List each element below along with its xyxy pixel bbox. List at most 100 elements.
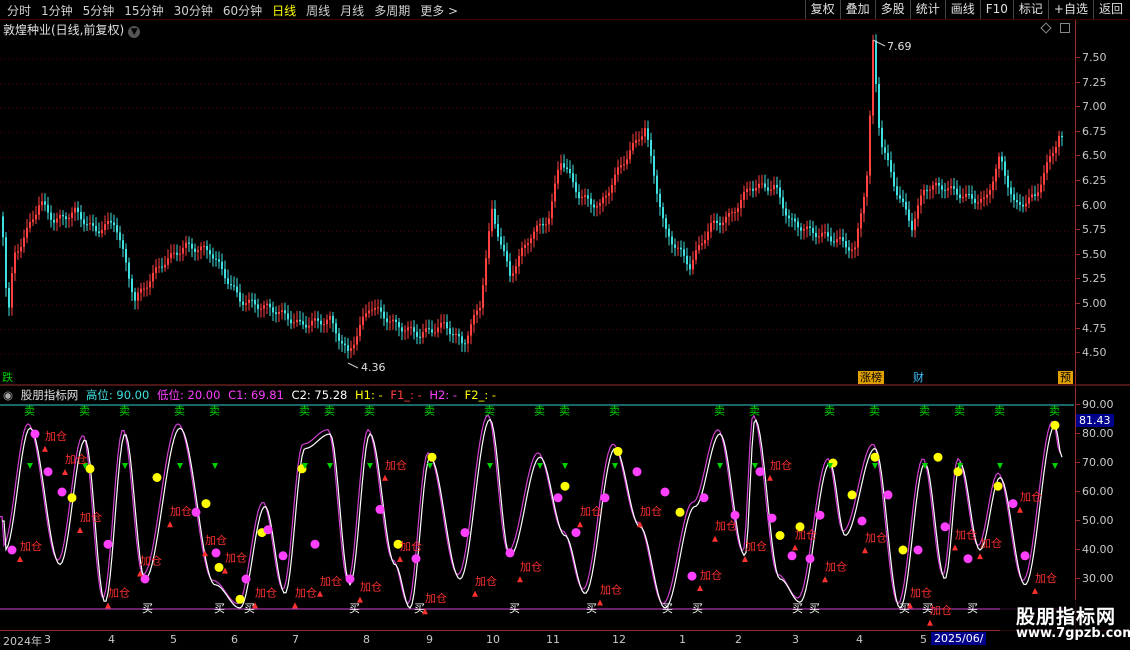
candle-body [317, 318, 319, 321]
candle-body [740, 199, 742, 209]
candle-body [359, 325, 361, 337]
candle-body [986, 194, 988, 198]
price-axis: 7.50 7.25 7.00 6.75 6.50 6.25 6.00 5.75 5.50 5.25… [1075, 20, 1130, 385]
candle-body [338, 333, 340, 341]
add-position-label: 加仓 [140, 554, 162, 568]
buy-arrow [17, 556, 23, 562]
price-tick: 6.00 [1076, 198, 1107, 212]
candle-body [92, 223, 94, 226]
candle-body [824, 232, 826, 234]
candle-body [785, 208, 787, 216]
sell-arrow [367, 463, 373, 469]
sell-arrow [27, 463, 33, 469]
indicator-tick: 80.00 [1076, 427, 1114, 440]
candle-body [836, 239, 838, 243]
candle-body [1034, 194, 1036, 196]
candle-body [842, 237, 844, 242]
candle-body [341, 340, 343, 344]
candle-body [41, 201, 43, 206]
candle-body [212, 254, 214, 259]
chart-canvas[interactable]: 7.694.36卖卖卖卖卖卖卖卖卖卖卖卖卖卖卖卖卖卖卖卖卖买买买买买买买买买买买… [0, 0, 1130, 650]
sell-arrow [327, 463, 333, 469]
buy-label: 买 [662, 602, 673, 615]
candle-body [428, 328, 430, 330]
candle-body [695, 250, 697, 260]
hot-list-badge[interactable]: 涨榜 [858, 371, 884, 384]
date-label: 3 [792, 633, 799, 646]
buy-arrow [317, 590, 323, 597]
signal-dot [898, 545, 908, 555]
candle-body [980, 198, 982, 203]
candle-body [857, 228, 859, 248]
finance-badge[interactable]: 财 [911, 371, 926, 384]
candle-body [506, 251, 508, 262]
candle-body [281, 310, 283, 312]
candle-body [887, 152, 889, 161]
candle-body [425, 328, 427, 333]
add-position-label: 加仓 [1020, 490, 1042, 504]
candle-body [902, 198, 904, 202]
indicator-name[interactable]: 股朋指标网 [21, 388, 79, 402]
candle-body [353, 344, 355, 349]
candle-body [701, 243, 703, 246]
buy-arrow [952, 544, 958, 551]
candle-body [2, 216, 4, 238]
signal-dot [67, 493, 77, 503]
candle-body [698, 245, 700, 251]
candle-body [548, 218, 550, 225]
candle-body [932, 185, 934, 190]
indicator-settings-icon[interactable]: ◉ [3, 388, 13, 402]
candle-body [254, 299, 256, 305]
candle-body [929, 189, 931, 191]
candle-body [386, 318, 388, 323]
candle-body [590, 198, 592, 205]
candle-body [854, 247, 856, 250]
price-tick: 6.25 [1076, 174, 1107, 187]
candle-body [194, 248, 196, 252]
candle-body [491, 208, 493, 232]
candle-body [137, 292, 139, 301]
watermark-url: www.7gpzb.com [1016, 626, 1130, 641]
add-position-label: 加仓 [20, 539, 42, 553]
candle-body [59, 214, 61, 219]
candle-body [449, 328, 451, 335]
buy-label: 买 [244, 602, 255, 615]
add-position-label: 加仓 [425, 591, 447, 605]
candle-body [347, 345, 349, 351]
signal-dot [600, 493, 610, 503]
signal-dot [805, 554, 815, 564]
candle-body [899, 195, 901, 199]
candle-body [122, 240, 124, 249]
indicator-tick: 70.00 [1076, 456, 1114, 469]
candle-body [965, 194, 967, 198]
forecast-badge[interactable]: 预 [1058, 371, 1073, 384]
price-tick: 7.50 [1076, 51, 1107, 64]
candle-body [203, 245, 205, 247]
signal-dot [953, 467, 963, 477]
add-position-label: 加仓 [225, 551, 247, 565]
candle-body [962, 197, 964, 199]
candle-body [680, 247, 682, 250]
indicator-f1: F1_: - [390, 388, 422, 402]
price-tick: 4.75 [1076, 321, 1107, 335]
candle-body [917, 205, 919, 219]
buy-arrow [1017, 506, 1023, 513]
candle-body [464, 343, 466, 345]
sell-label: 卖 [869, 405, 880, 418]
candle-body [992, 181, 994, 190]
candle-body [1007, 175, 1009, 188]
candle-body [278, 311, 280, 315]
indicator-tick: 40.00 [1076, 543, 1114, 556]
candle-body [923, 189, 925, 196]
buy-arrow [742, 556, 748, 562]
candle-body [350, 348, 352, 351]
signal-dot [201, 499, 211, 509]
candle-body [623, 164, 625, 166]
signal-dot [30, 429, 40, 439]
signal-dot [883, 490, 893, 500]
add-position-label: 加仓 [320, 574, 342, 588]
candle-body [782, 197, 784, 209]
down-badge[interactable]: 跌 [0, 371, 15, 384]
candle-body [608, 192, 610, 196]
candle-body [716, 220, 718, 223]
